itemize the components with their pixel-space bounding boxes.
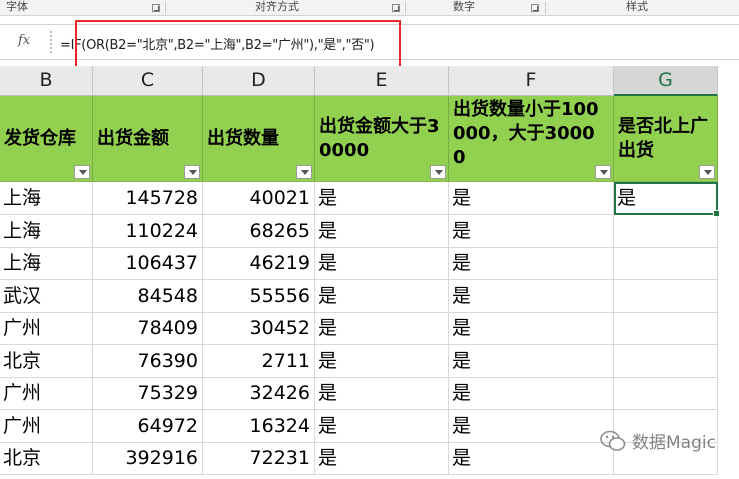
watermark: 数据Magic xyxy=(600,428,716,453)
cell-amount[interactable]: 64972 xyxy=(93,410,203,443)
cell-amount-gt-30000[interactable]: 是 xyxy=(315,345,449,378)
number-dialog-launcher-icon[interactable] xyxy=(531,4,539,12)
header-label: 发货仓库 xyxy=(4,127,76,149)
cell-amount[interactable]: 110224 xyxy=(93,215,203,248)
cell-amount-gt-30000[interactable]: 是 xyxy=(315,377,449,410)
cell-amount-gt-30000[interactable]: 是 xyxy=(315,215,449,248)
filter-dropdown-icon[interactable] xyxy=(74,165,90,179)
cell-amount[interactable]: 145728 xyxy=(93,182,203,215)
cell-quantity[interactable]: 16324 xyxy=(203,410,315,443)
filter-dropdown-icon[interactable] xyxy=(296,165,312,179)
ribbon-group-alignment: 对齐方式 xyxy=(255,0,299,13)
cell-beishangguang[interactable] xyxy=(614,345,718,378)
cell-quantity-range[interactable]: 是 xyxy=(449,345,614,378)
header-label: 出货数量小于100000，大于30000 xyxy=(453,99,599,168)
column-header-c[interactable]: C xyxy=(93,66,203,96)
font-dialog-launcher-icon[interactable] xyxy=(152,4,160,12)
ribbon-group-styles: 样式 xyxy=(626,0,648,13)
cell-quantity-range[interactable]: 是 xyxy=(449,247,614,280)
cell-warehouse[interactable]: 上海 xyxy=(0,215,93,248)
active-cell-g2[interactable] xyxy=(614,182,720,217)
cell-quantity-range[interactable]: 是 xyxy=(449,312,614,345)
filter-dropdown-icon[interactable] xyxy=(184,165,200,179)
cell-quantity[interactable]: 68265 xyxy=(203,215,315,248)
formula-highlight-box xyxy=(75,20,401,68)
cell-warehouse[interactable]: 上海 xyxy=(0,247,93,280)
filter-dropdown-icon[interactable] xyxy=(595,165,611,179)
cell-warehouse[interactable]: 广州 xyxy=(0,312,93,345)
cell-amount-gt-30000[interactable]: 是 xyxy=(315,410,449,443)
ribbon-group-labels: 字体 对齐方式 数字 样式 xyxy=(0,0,739,16)
cell-warehouse[interactable]: 武汉 xyxy=(0,280,93,313)
column-header-f[interactable]: F xyxy=(449,66,614,96)
ribbon-group-font: 字体 xyxy=(6,0,28,13)
cell-warehouse[interactable]: 北京 xyxy=(0,442,93,475)
alignment-dialog-launcher-icon[interactable] xyxy=(392,4,400,12)
cell-beishangguang[interactable] xyxy=(614,377,718,410)
header-label: 出货金额 xyxy=(97,127,169,149)
filter-dropdown-icon[interactable] xyxy=(699,165,715,179)
cell-amount[interactable]: 392916 xyxy=(93,442,203,475)
header-warehouse[interactable]: 发货仓库 xyxy=(0,96,93,182)
header-label: 出货数量 xyxy=(207,127,279,149)
ribbon-separator xyxy=(165,2,166,14)
column-header-d[interactable]: D xyxy=(203,66,315,96)
column-header-g[interactable]: G xyxy=(614,66,718,96)
ribbon-separator xyxy=(545,2,546,14)
cell-amount[interactable]: 78409 xyxy=(93,312,203,345)
cell-warehouse[interactable]: 广州 xyxy=(0,377,93,410)
cell-warehouse[interactable]: 北京 xyxy=(0,345,93,378)
header-quantity[interactable]: 出货数量 xyxy=(203,96,315,182)
insert-function-icon[interactable]: fx xyxy=(18,33,30,48)
cell-quantity-range[interactable]: 是 xyxy=(449,182,614,215)
ribbon-group-number: 数字 xyxy=(453,0,475,13)
cell-beishangguang[interactable] xyxy=(614,247,718,280)
header-quantity-range[interactable]: 出货数量小于100000，大于30000 xyxy=(449,96,614,182)
cell-warehouse[interactable]: 上海 xyxy=(0,182,93,215)
cell-quantity-range[interactable]: 是 xyxy=(449,442,614,475)
cell-amount-gt-30000[interactable]: 是 xyxy=(315,247,449,280)
cell-amount[interactable]: 75329 xyxy=(93,377,203,410)
cell-quantity[interactable]: 32426 xyxy=(203,377,315,410)
header-beishangguang[interactable]: 是否北上广出货 xyxy=(614,96,718,182)
cell-amount-gt-30000[interactable]: 是 xyxy=(315,442,449,475)
header-label: 是否北上广出货 xyxy=(618,115,708,161)
cell-quantity-range[interactable]: 是 xyxy=(449,410,614,443)
cell-quantity[interactable]: 2711 xyxy=(203,345,315,378)
cell-quantity[interactable]: 30452 xyxy=(203,312,315,345)
cell-quantity-range[interactable]: 是 xyxy=(449,215,614,248)
cell-amount-gt-30000[interactable]: 是 xyxy=(315,280,449,313)
cell-amount[interactable]: 76390 xyxy=(93,345,203,378)
cell-amount-gt-30000[interactable]: 是 xyxy=(315,312,449,345)
filter-dropdown-icon[interactable] xyxy=(430,165,446,179)
column-header-b[interactable]: B xyxy=(0,66,93,96)
cell-beishangguang[interactable] xyxy=(614,280,718,313)
cell-amount-gt-30000[interactable]: 是 xyxy=(315,182,449,215)
cell-quantity-range[interactable]: 是 xyxy=(449,280,614,313)
cell-quantity[interactable]: 55556 xyxy=(203,280,315,313)
wechat-icon xyxy=(600,430,626,452)
column-header-e[interactable]: E xyxy=(315,66,449,96)
ribbon-separator xyxy=(405,2,406,14)
cell-quantity[interactable]: 40021 xyxy=(203,182,315,215)
cell-amount[interactable]: 106437 xyxy=(93,247,203,280)
header-amount-gt-30000[interactable]: 出货金额大于30000 xyxy=(315,96,449,182)
cell-quantity-range[interactable]: 是 xyxy=(449,377,614,410)
cell-quantity[interactable]: 46219 xyxy=(203,247,315,280)
header-amount[interactable]: 出货金额 xyxy=(93,96,203,182)
header-label: 出货金额大于30000 xyxy=(319,115,440,161)
cell-beishangguang[interactable] xyxy=(614,312,718,345)
watermark-text: 数据Magic xyxy=(632,433,716,453)
cell-beishangguang[interactable] xyxy=(614,215,718,248)
cell-quantity[interactable]: 72231 xyxy=(203,442,315,475)
cell-amount[interactable]: 84548 xyxy=(93,280,203,313)
formula-bar-resize-handle[interactable] xyxy=(50,31,52,53)
cell-warehouse[interactable]: 广州 xyxy=(0,410,93,443)
